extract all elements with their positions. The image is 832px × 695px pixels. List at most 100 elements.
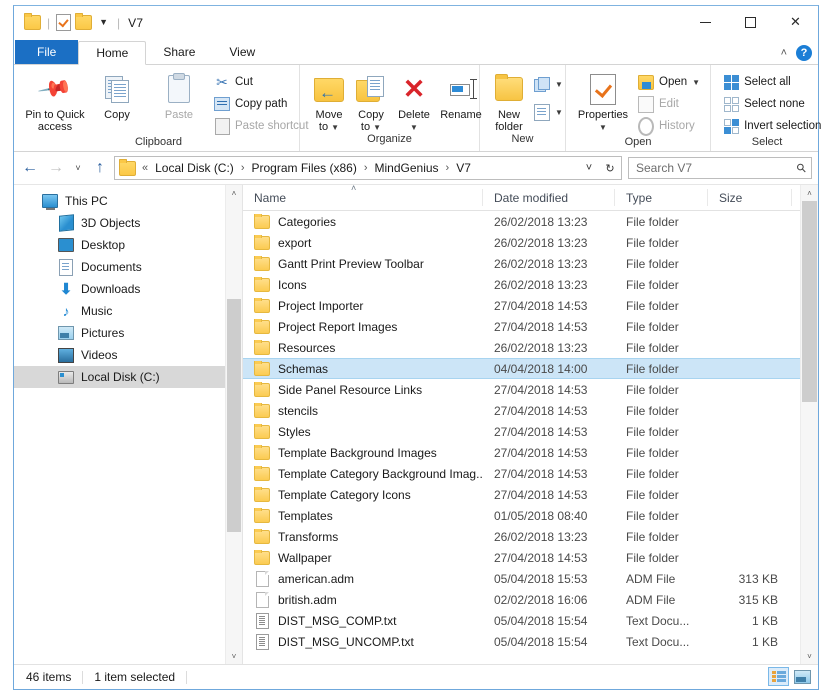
chevron-down-icon[interactable]: ▼	[96, 18, 111, 27]
table-row[interactable]: Project Report Images 27/04/2018 14:53 Fil…	[243, 316, 818, 337]
tab-view[interactable]: View	[212, 40, 272, 64]
collapse-ribbon-icon[interactable]: ˄	[781, 47, 787, 59]
table-row[interactable]: american.adm 05/04/2018 15:53 ADM File 313 …	[243, 568, 818, 589]
copy-path-button[interactable]: Copy path	[210, 94, 313, 114]
table-row[interactable]: Categories 26/02/2018 13:23 File folder	[243, 211, 818, 232]
pin-to-quick-access-button[interactable]: 📌 Pin to Quick access	[24, 70, 86, 133]
scroll-up-icon[interactable]: ˄	[226, 185, 242, 201]
new-item-button[interactable]: ▼	[532, 74, 565, 94]
file-scroll-thumb[interactable]	[802, 201, 817, 403]
folder-icon[interactable]	[24, 13, 41, 30]
table-row[interactable]: Resources 26/02/2018 13:23 File folder	[243, 337, 818, 358]
new-folder-button[interactable]: New folder	[486, 70, 532, 133]
edit-button[interactable]: Edit	[634, 94, 704, 114]
table-row[interactable]: Side Panel Resource Links 27/04/2018 14:5…	[243, 379, 818, 400]
sidebar-item-videos[interactable]: Videos	[14, 344, 242, 366]
properties-caret-icon[interactable]: ▼	[599, 123, 607, 132]
breadcrumb-item-0[interactable]: Local Disk (C:)	[152, 161, 237, 175]
column-header-name[interactable]: Name ˄	[243, 183, 483, 206]
column-header-size[interactable]: Size	[708, 189, 792, 206]
table-row[interactable]: Styles 27/04/2018 14:53 File folder	[243, 421, 818, 442]
breadcrumb-sep-0[interactable]: ›	[240, 162, 246, 174]
table-row[interactable]: Transforms 26/02/2018 13:23 File folder	[243, 526, 818, 547]
move-to-button[interactable]: ← Move to ▼	[308, 70, 350, 133]
column-header-date-modified[interactable]: Date modified	[483, 189, 615, 206]
file-scroll-track[interactable]	[801, 201, 818, 648]
back-button[interactable]: ←	[18, 156, 42, 180]
breadcrumb-sep-1[interactable]: ›	[363, 162, 369, 174]
table-row[interactable]: Wallpaper 27/04/2018 14:53 File folder	[243, 547, 818, 568]
maximize-button[interactable]	[728, 6, 773, 38]
sidebar-scroll-track[interactable]	[226, 201, 242, 648]
address-input[interactable]: « Local Disk (C:) › Program Files (x86) …	[114, 156, 622, 180]
minimize-button[interactable]	[683, 6, 728, 38]
table-row[interactable]: Icons 26/02/2018 13:23 File folder	[243, 274, 818, 295]
sidebar-item-this-pc[interactable]: This PC	[14, 190, 242, 212]
file-list-scrollbar[interactable]: ˄ ˅	[800, 185, 818, 664]
tab-home[interactable]: Home	[78, 41, 147, 65]
cut-button[interactable]: ✂ Cut	[210, 72, 313, 92]
tab-file[interactable]: File	[15, 40, 79, 64]
new-item-caret-icon[interactable]: ▼	[555, 80, 563, 89]
tab-share[interactable]: Share	[146, 40, 212, 64]
breadcrumb-overflow-icon[interactable]: «	[141, 162, 149, 174]
delete-caret-icon[interactable]: ▼	[410, 123, 418, 132]
table-row[interactable]: Template Category Background Imag... 27/0…	[243, 463, 818, 484]
new-folder-icon[interactable]	[75, 13, 93, 30]
table-row[interactable]: export 26/02/2018 13:23 File folder	[243, 232, 818, 253]
breadcrumb-item-1[interactable]: Program Files (x86)	[248, 161, 359, 175]
search-input[interactable]: Search V7 ⚲	[628, 157, 812, 179]
sidebar-scroll-thumb[interactable]	[227, 299, 241, 532]
table-row[interactable]: Gantt Print Preview Toolbar 26/02/2018 13…	[243, 253, 818, 274]
table-row[interactable]: DIST_MSG_UNCOMP.txt 05/04/2018 15:54 Text …	[243, 631, 818, 652]
table-row[interactable]: Template Category Icons 27/04/2018 14:53 F…	[243, 484, 818, 505]
table-row[interactable]: british.adm 02/02/2018 16:06 ADM File 315 K…	[243, 589, 818, 610]
scroll-down-icon[interactable]: ˅	[226, 648, 242, 664]
scroll-up-icon[interactable]: ˄	[801, 185, 818, 201]
refresh-icon[interactable]: ↻	[601, 158, 619, 178]
sidebar-item-local-disk-c[interactable]: Local Disk (C:)	[14, 366, 242, 388]
paste-shortcut-button[interactable]: Paste shortcut	[210, 116, 313, 136]
copy-to-caret-icon[interactable]: ▼	[373, 123, 381, 132]
sidebar-item-desktop[interactable]: Desktop	[14, 234, 242, 256]
properties-button[interactable]: Properties ▼	[572, 70, 634, 133]
table-row[interactable]: DIST_MSG_COMP.txt 05/04/2018 15:54 Text Do…	[243, 610, 818, 631]
help-icon[interactable]: ?	[796, 45, 812, 61]
sidebar-item-downloads[interactable]: ⬇ Downloads	[14, 278, 242, 300]
table-row[interactable]: stencils 27/04/2018 14:53 File folder	[243, 400, 818, 421]
easy-access-button[interactable]: ▼	[532, 102, 565, 122]
copy-button[interactable]: Copy	[86, 70, 148, 121]
up-button[interactable]: ↑	[88, 156, 112, 180]
open-button[interactable]: Open ▼	[634, 72, 704, 92]
address-dropdown-icon[interactable]: ˅	[580, 158, 598, 178]
breadcrumb-item-3[interactable]: V7	[453, 161, 474, 175]
sidebar-item-3d-objects[interactable]: 3D Objects	[14, 212, 242, 234]
sidebar-scrollbar[interactable]: ˄ ˅	[225, 185, 242, 664]
table-row[interactable]: Project Importer 27/04/2018 14:53 File fol…	[243, 295, 818, 316]
scroll-down-icon[interactable]: ˅	[801, 648, 818, 664]
sidebar-item-documents[interactable]: Documents	[14, 256, 242, 278]
open-caret-icon[interactable]: ▼	[692, 78, 700, 87]
rename-button[interactable]: Rename	[436, 70, 486, 121]
forward-button[interactable]: →	[44, 156, 68, 180]
column-header-type[interactable]: Type	[615, 189, 708, 206]
close-button[interactable]: ✕	[773, 6, 818, 38]
sidebar-item-pictures[interactable]: Pictures	[14, 322, 242, 344]
easy-access-caret-icon[interactable]: ▼	[555, 108, 563, 117]
table-row[interactable]: Templates 01/05/2018 08:40 File folder	[243, 505, 818, 526]
details-view-button[interactable]	[768, 667, 789, 686]
breadcrumb-sep-2[interactable]: ›	[445, 162, 451, 174]
invert-selection-button[interactable]: Invert selection	[719, 116, 825, 136]
sidebar-item-music[interactable]: ♪ Music	[14, 300, 242, 322]
select-all-button[interactable]: Select all	[719, 72, 825, 92]
properties-icon[interactable]	[56, 14, 72, 31]
delete-button[interactable]: ✕ Delete ▼	[392, 70, 436, 133]
large-icons-view-button[interactable]	[792, 667, 813, 686]
history-button[interactable]: History	[634, 116, 704, 136]
copy-to-button[interactable]: Copy to ▼	[350, 70, 392, 133]
move-to-caret-icon[interactable]: ▼	[331, 123, 339, 132]
breadcrumb-item-2[interactable]: MindGenius	[372, 161, 442, 175]
paste-button[interactable]: Paste	[148, 70, 210, 121]
table-row[interactable]: Template Background Images 27/04/2018 14:…	[243, 442, 818, 463]
recent-locations-button[interactable]: ˅	[70, 156, 86, 180]
